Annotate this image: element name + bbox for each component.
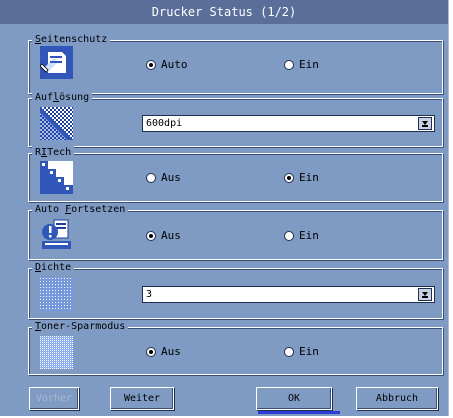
radio-dot-selected	[146, 59, 156, 70]
toner-save-icon	[40, 336, 73, 369]
radio-label: Ein	[299, 171, 319, 184]
group-auto-fortsetzen: Auto Fortsetzen Aus Ein	[28, 203, 443, 260]
radio-toner-sparmodus-aus[interactable]: Aus	[146, 345, 181, 358]
group-label-aufloesung: Auflösung	[32, 91, 93, 104]
radio-seitenschutz-ein[interactable]: Ein	[284, 58, 319, 71]
dropdown-arrow-icon[interactable]	[418, 117, 432, 130]
focus-indicator	[258, 411, 340, 414]
dropdown-arrow-icon[interactable]	[418, 288, 432, 301]
printer-status-dialog: Drucker Status (1/2) Seitenschutz Auto E…	[0, 0, 449, 416]
group-seitenschutz: Seitenschutz Auto Ein	[28, 33, 443, 94]
radio-dot-selected	[146, 346, 156, 357]
cancel-button[interactable]: Abbruch	[356, 387, 438, 410]
group-ritech: RITech Aus Ein	[28, 146, 443, 202]
radio-label: Aus	[161, 171, 181, 184]
density-value: 3	[146, 289, 153, 300]
window-title: Drucker Status (1/2)	[0, 0, 448, 24]
radio-label: Ein	[299, 229, 319, 242]
radio-dot	[284, 230, 294, 241]
radio-dot-selected	[146, 230, 156, 241]
radio-label: Aus	[161, 345, 181, 358]
radio-dot	[284, 346, 294, 357]
group-dichte: Dichte 3	[28, 261, 443, 319]
ok-button[interactable]: OK	[256, 387, 332, 410]
density-icon	[40, 278, 73, 311]
group-label-dichte: Dichte	[32, 261, 75, 274]
radio-label: Ein	[299, 345, 319, 358]
group-label-seitenschutz: Seitenschutz	[32, 33, 111, 46]
group-label-auto-fortsetzen: Auto Fortsetzen	[32, 203, 129, 216]
radio-auto-fortsetzen-ein[interactable]: Ein	[284, 229, 319, 242]
radio-seitenschutz-auto[interactable]: Auto	[146, 58, 188, 71]
previous-button[interactable]: Vorher	[29, 387, 79, 410]
radio-ritech-aus[interactable]: Aus	[146, 171, 181, 184]
radio-ritech-ein[interactable]: Ein	[284, 171, 319, 184]
radio-toner-sparmodus-ein[interactable]: Ein	[284, 345, 319, 358]
ritech-icon	[40, 161, 73, 194]
page-protect-icon	[40, 46, 73, 79]
resolution-icon	[40, 107, 73, 140]
group-label-toner-sparmodus: Toner-Sparmodus	[32, 320, 129, 333]
group-toner-sparmodus: Toner-Sparmodus Aus Ein	[28, 320, 443, 375]
radio-auto-fortsetzen-aus[interactable]: Aus	[146, 229, 181, 242]
next-button[interactable]: Weiter	[110, 387, 174, 410]
radio-dot	[146, 172, 156, 183]
radio-dot	[284, 59, 294, 70]
resolution-value: 600dpi	[146, 118, 183, 129]
group-label-ritech: RITech	[32, 146, 75, 159]
radio-label: Ein	[299, 58, 319, 71]
density-select[interactable]: 3	[142, 286, 435, 303]
radio-label: Auto	[161, 58, 188, 71]
radio-label: Aus	[161, 229, 181, 242]
auto-continue-icon	[40, 218, 73, 251]
group-aufloesung: Auflösung 600dpi	[28, 91, 443, 147]
radio-dot-selected	[284, 172, 294, 183]
resolution-select[interactable]: 600dpi	[142, 115, 435, 132]
